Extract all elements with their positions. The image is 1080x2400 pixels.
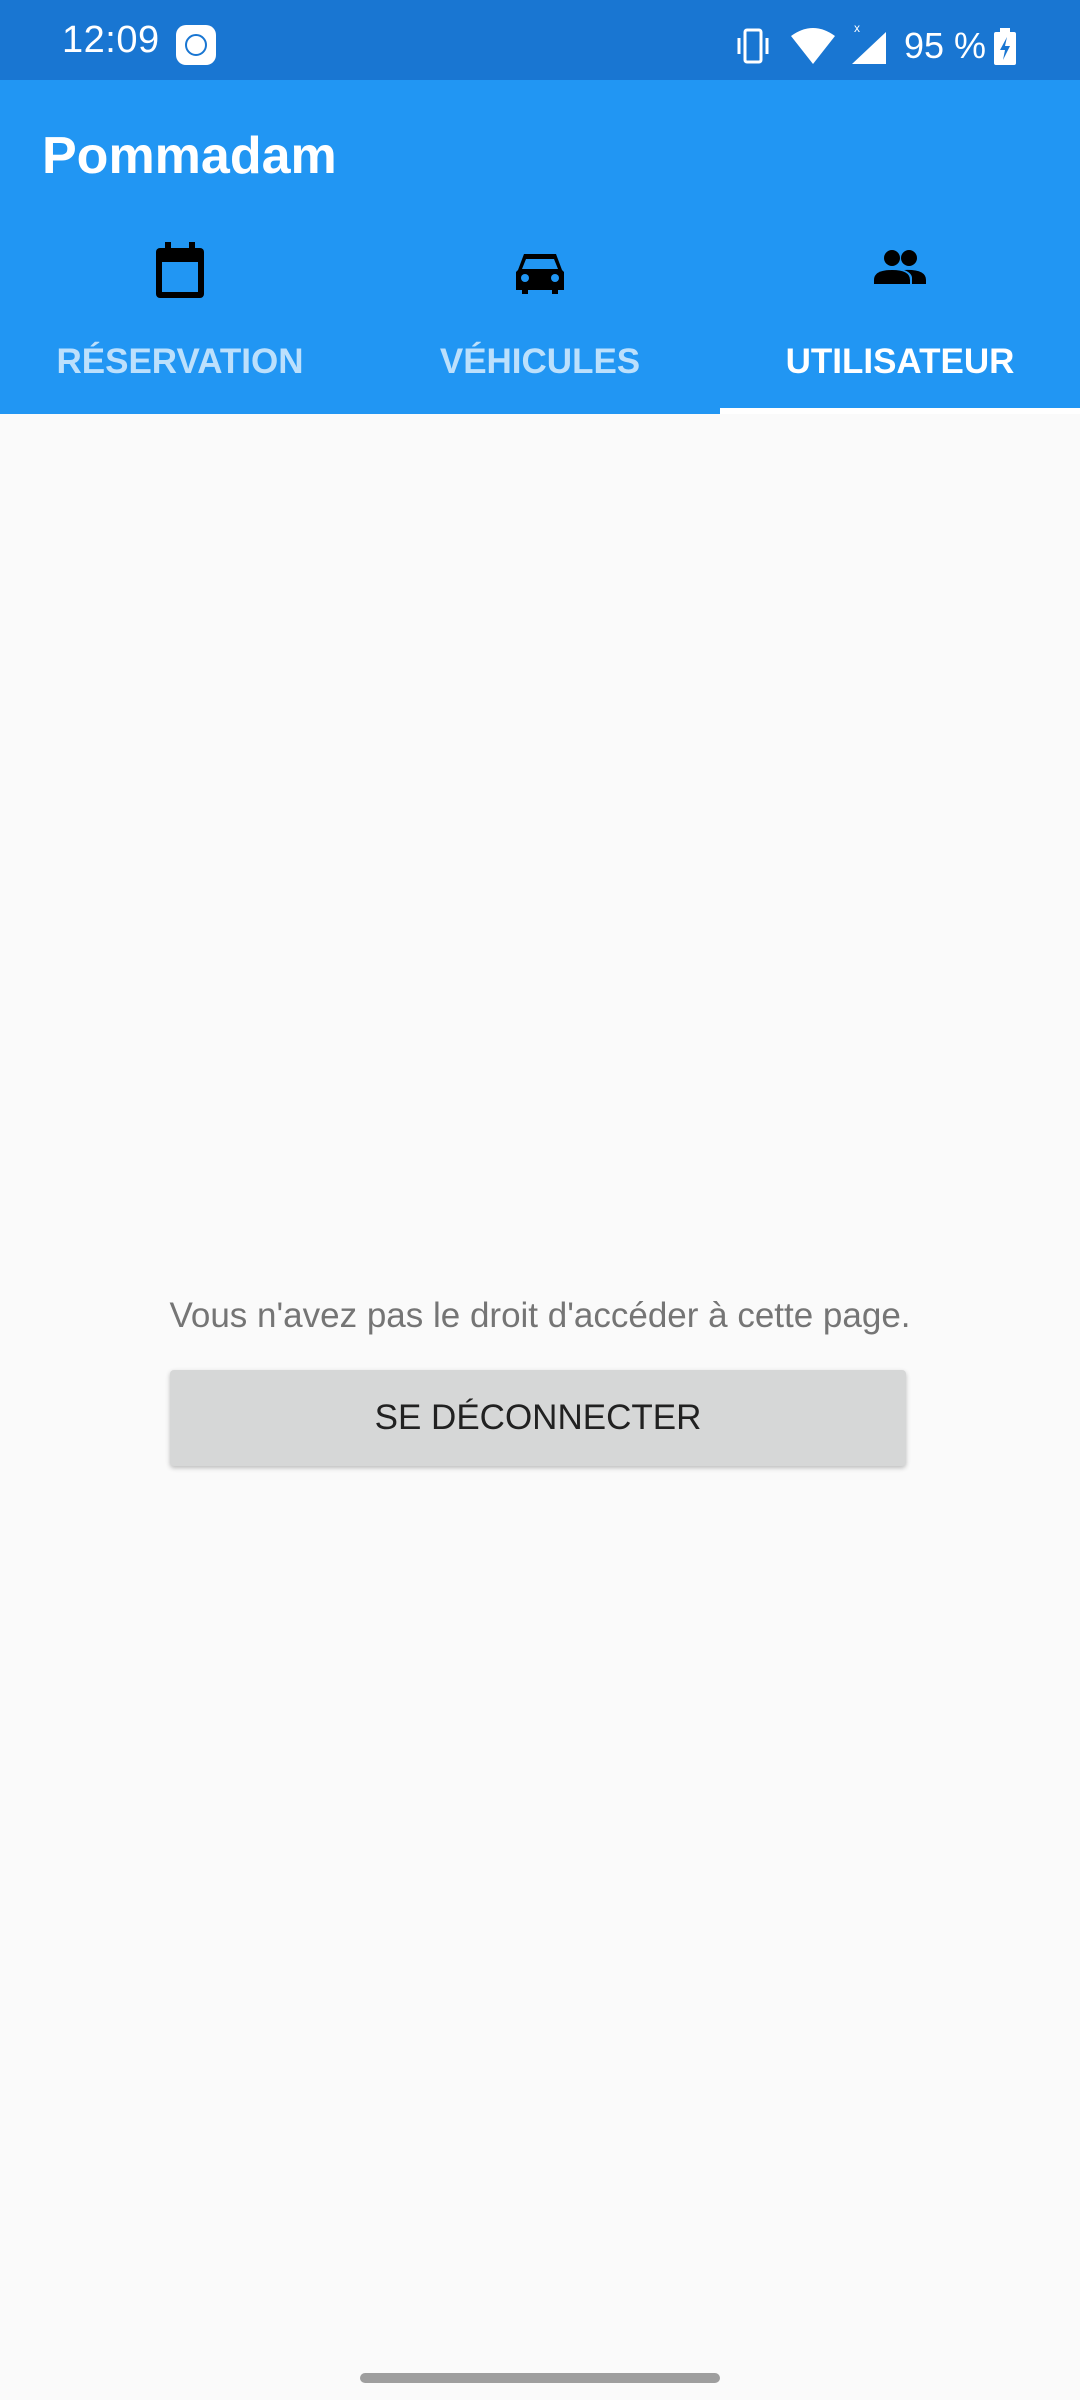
car-icon <box>516 254 564 294</box>
tab-selected-indicator <box>720 408 1080 414</box>
tab-label-utilisateur: UTILISATEUR <box>785 342 1015 381</box>
users-icon <box>874 250 926 284</box>
svg-text:x: x <box>854 22 860 35</box>
battery-charging-icon <box>994 28 1016 65</box>
tab-reservation[interactable]: RÉSERVATION <box>0 240 360 414</box>
signal-icon: x <box>852 22 886 64</box>
logout-button[interactable]: SE DÉCONNECTER <box>170 1370 906 1466</box>
status-bar: 12:09 x 95 % <box>0 0 1080 80</box>
tab-utilisateur[interactable]: UTILISATEUR <box>720 240 1080 414</box>
battery-percent: 95 % <box>904 25 987 66</box>
logout-button-label: SE DÉCONNECTER <box>374 1398 702 1437</box>
gesture-bar[interactable] <box>360 2373 720 2383</box>
wifi-icon <box>791 28 835 64</box>
notification-app-icon <box>176 25 216 65</box>
access-denied-message: Vous n'avez pas le droit d'accéder à cet… <box>169 1296 911 1335</box>
vibrate-icon <box>737 28 769 64</box>
app-title: Pommadam <box>42 127 337 185</box>
app-bar: Pommadam RÉSERVATION VÉHICULES UTILISATE… <box>0 80 1080 414</box>
calendar-icon <box>156 242 204 298</box>
tab-label-reservation: RÉSERVATION <box>56 342 304 381</box>
status-time: 12:09 <box>62 19 160 61</box>
tab-label-vehicules: VÉHICULES <box>439 342 641 381</box>
tab-vehicules[interactable]: VÉHICULES <box>360 240 720 414</box>
